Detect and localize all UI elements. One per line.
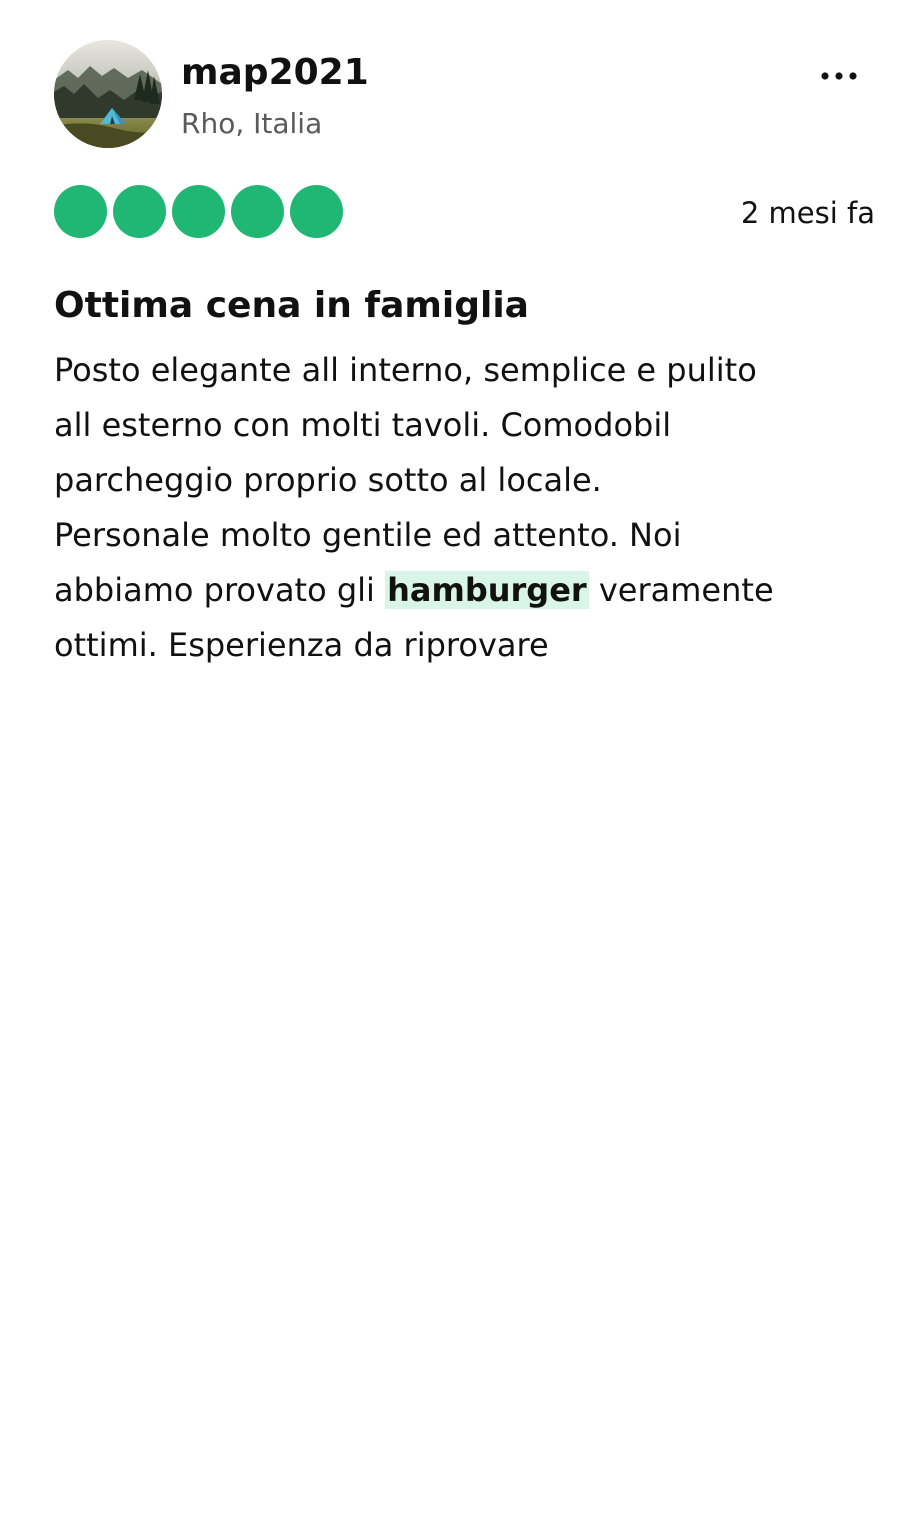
review-date: 2 mesi fa bbox=[740, 196, 875, 230]
review-body-line: Posto elegante all interno, semplice e p… bbox=[54, 351, 757, 389]
username[interactable]: map2021 bbox=[181, 50, 369, 96]
review-body-line: Personale molto gentile ed attento. Noi bbox=[54, 516, 682, 554]
rating-bubble-filled bbox=[113, 185, 166, 238]
rating-bubble-filled bbox=[231, 185, 284, 238]
rating-bubble-filled bbox=[290, 185, 343, 238]
rating-bubble-filled bbox=[172, 185, 225, 238]
avatar[interactable] bbox=[54, 40, 162, 148]
review-body-text: veramente bbox=[588, 571, 774, 609]
rating-bubble-filled bbox=[54, 185, 107, 238]
tent-landscape-avatar-icon bbox=[54, 40, 162, 148]
review-title: Ottima cena in famiglia bbox=[54, 285, 529, 326]
highlighted-keyword: hamburger bbox=[385, 571, 589, 609]
review-body: Posto elegante all interno, semplice e p… bbox=[54, 343, 879, 673]
review-body-line: abbiamo provato gli hamburger veramente bbox=[54, 563, 879, 618]
user-location: Rho, Italia bbox=[181, 107, 323, 140]
review-card: map2021 Rho, Italia 2 mesi fa Ottima cen… bbox=[0, 0, 921, 1536]
rating-bubbles bbox=[54, 185, 343, 238]
review-body-text: abbiamo provato gli bbox=[54, 571, 386, 609]
review-body-line: parcheggio proprio sotto al locale. bbox=[54, 461, 602, 499]
more-options-button[interactable] bbox=[813, 56, 865, 96]
more-options-icon bbox=[821, 72, 857, 80]
review-body-line: ottimi. Esperienza da riprovare bbox=[54, 626, 549, 664]
review-body-line: all esterno con molti tavoli. Comodobil bbox=[54, 406, 672, 444]
